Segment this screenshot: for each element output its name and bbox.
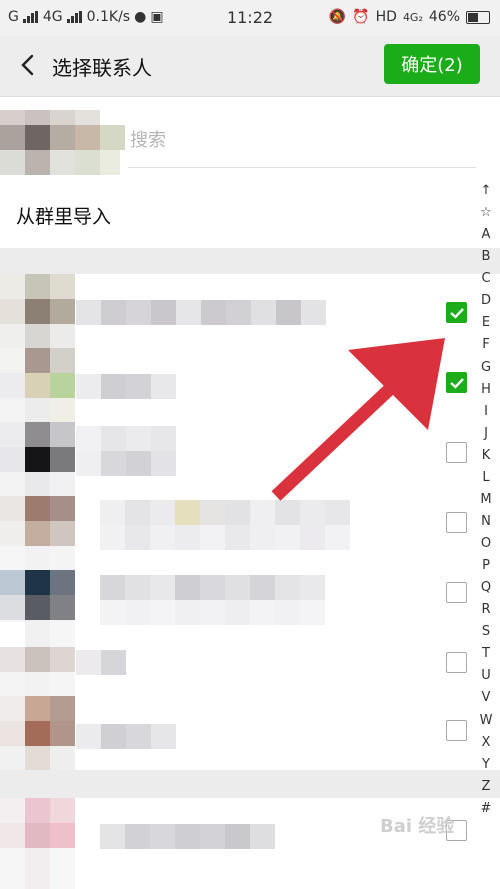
contact-checkbox[interactable] bbox=[446, 442, 467, 463]
index-letter[interactable]: E bbox=[482, 312, 490, 334]
index-letter[interactable]: V bbox=[482, 687, 491, 709]
contact-row[interactable] bbox=[0, 496, 470, 570]
index-letter[interactable]: J bbox=[484, 423, 488, 445]
section-header bbox=[0, 248, 500, 274]
contact-row[interactable] bbox=[0, 422, 470, 496]
index-letter[interactable]: K bbox=[482, 445, 491, 467]
index-letter[interactable]: I bbox=[484, 401, 488, 423]
search-input[interactable] bbox=[128, 122, 472, 158]
import-from-group[interactable]: 从群里导入 bbox=[0, 186, 470, 242]
contact-name-blurred bbox=[76, 374, 176, 399]
contact-checkbox[interactable] bbox=[446, 582, 467, 603]
index-letter[interactable]: F bbox=[482, 334, 489, 356]
contact-row[interactable] bbox=[0, 696, 470, 770]
index-letter[interactable]: A bbox=[482, 224, 491, 246]
index-letter[interactable]: G bbox=[481, 357, 491, 379]
index-letter[interactable]: L bbox=[482, 467, 489, 489]
contact-checkbox[interactable] bbox=[446, 302, 467, 323]
index-letter[interactable]: N bbox=[481, 511, 491, 533]
contact-checkbox[interactable] bbox=[446, 372, 467, 393]
index-letter[interactable]: P bbox=[482, 555, 490, 577]
contact-avatar bbox=[0, 274, 75, 348]
contact-checkbox[interactable] bbox=[446, 720, 467, 741]
contact-avatar bbox=[0, 422, 75, 496]
contact-avatar bbox=[0, 348, 75, 422]
page-title: 选择联系人 bbox=[52, 56, 152, 80]
contact-name-blurred bbox=[76, 650, 126, 675]
battery-percent: 46% bbox=[428, 9, 460, 25]
import-from-group-label: 从群里导入 bbox=[16, 206, 112, 228]
index-letter[interactable]: # bbox=[481, 798, 492, 820]
index-letter[interactable]: B bbox=[482, 246, 491, 268]
contact-checkbox[interactable] bbox=[446, 652, 467, 673]
search-underline bbox=[128, 167, 476, 168]
contact-row[interactable] bbox=[0, 274, 470, 348]
index-letter[interactable]: H bbox=[481, 379, 491, 401]
index-letter[interactable]: C bbox=[481, 268, 490, 290]
search-row bbox=[0, 110, 500, 175]
index-letter[interactable]: T bbox=[482, 643, 490, 665]
blurred-avatar bbox=[0, 110, 125, 175]
index-letter[interactable]: U bbox=[481, 665, 491, 687]
section-header bbox=[0, 770, 500, 798]
watermark: Bai 经验 bbox=[380, 816, 455, 837]
checkmark-icon bbox=[450, 308, 464, 319]
contact-checkbox[interactable] bbox=[446, 512, 467, 533]
index-letter[interactable]: S bbox=[482, 621, 490, 643]
index-letter[interactable]: O bbox=[481, 533, 491, 555]
index-letter[interactable]: ↑ bbox=[481, 180, 492, 202]
alarm-icon: ⏰ bbox=[352, 9, 370, 25]
checkmark-icon bbox=[450, 378, 464, 389]
mute-icon: 🔕 bbox=[328, 9, 347, 25]
index-letter[interactable]: R bbox=[481, 599, 490, 621]
contact-name-blurred bbox=[100, 575, 325, 625]
contact-name-blurred bbox=[76, 300, 326, 325]
confirm-button[interactable]: 确定(2) bbox=[384, 44, 480, 84]
index-letter[interactable]: Z bbox=[482, 776, 491, 798]
contact-avatar bbox=[0, 798, 75, 889]
contact-avatar bbox=[0, 622, 75, 696]
contact-row[interactable] bbox=[0, 348, 470, 422]
hd-label: HD bbox=[375, 9, 397, 25]
index-letter[interactable]: M bbox=[480, 489, 491, 511]
contact-name-blurred bbox=[76, 724, 176, 749]
alphabet-index[interactable]: ↑ ☆ A B C D E F G H I J K L M N O P Q R S T U V W X Y Z # bbox=[474, 180, 498, 820]
contact-name-blurred bbox=[76, 426, 176, 476]
index-letter[interactable]: ☆ bbox=[480, 202, 492, 224]
back-arrow-icon[interactable] bbox=[18, 54, 40, 76]
battery-icon bbox=[466, 10, 490, 24]
contact-avatar bbox=[0, 696, 75, 770]
status-right: 🔕 ⏰ HD 4G₂ 46% bbox=[329, 9, 490, 25]
index-letter[interactable]: D bbox=[481, 290, 491, 312]
index-letter[interactable]: Q bbox=[481, 577, 491, 599]
status-bar: G 4G 0.1K/s ● ▣ 11:22 🔕 ⏰ HD 4G₂ 46% bbox=[0, 0, 500, 36]
contact-row[interactable] bbox=[0, 622, 470, 696]
contact-avatar bbox=[0, 496, 75, 570]
index-letter[interactable]: W bbox=[480, 710, 493, 732]
contact-name-blurred bbox=[100, 500, 350, 550]
index-letter[interactable]: X bbox=[482, 732, 491, 754]
contact-name-blurred bbox=[100, 824, 275, 849]
nav-bar: 选择联系人 确定(2) bbox=[0, 36, 500, 97]
network-type: 4G₂ bbox=[402, 10, 423, 24]
index-letter[interactable]: Y bbox=[482, 754, 490, 776]
